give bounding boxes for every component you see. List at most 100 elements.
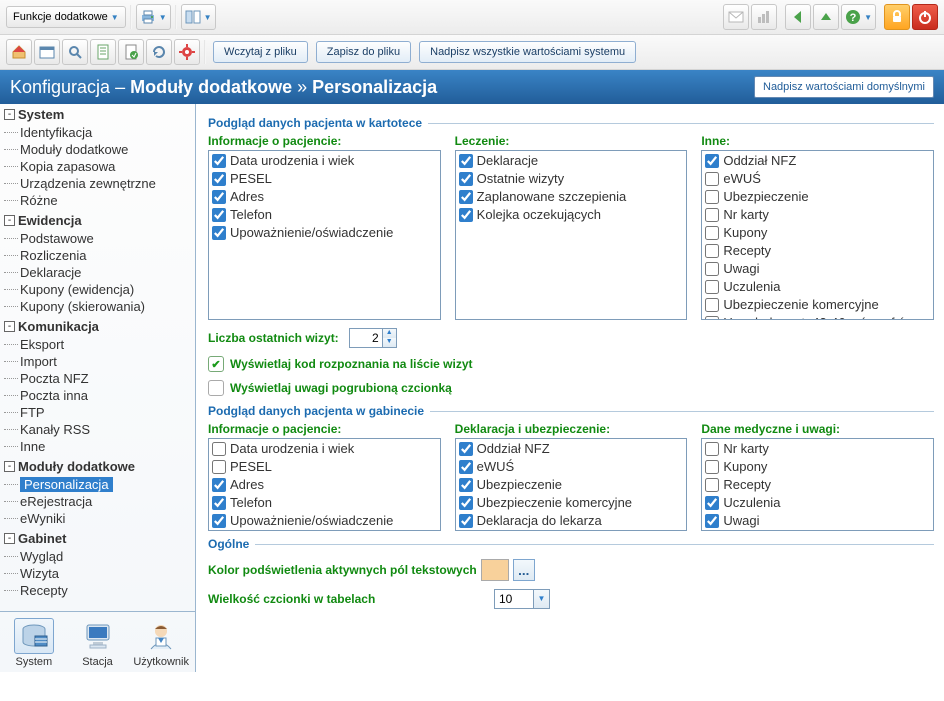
- kartoteka-col3-list[interactable]: Oddział NFZeWUŚUbezpieczenieNr kartyKupo…: [701, 150, 934, 320]
- checkbox-empty-icon[interactable]: [208, 380, 224, 396]
- list-item[interactable]: Uczulenia: [703, 494, 932, 512]
- checkbox-checked-icon[interactable]: ✔: [208, 356, 224, 372]
- checkbox[interactable]: [705, 514, 719, 528]
- checkbox[interactable]: [459, 496, 473, 510]
- tree-branch[interactable]: -Moduły dodatkowe: [0, 459, 195, 474]
- panel-toggle-dropdown[interactable]: ▼: [181, 4, 216, 30]
- list-item[interactable]: Adres: [210, 188, 439, 206]
- power-button[interactable]: [912, 4, 938, 30]
- checkbox[interactable]: [705, 442, 719, 456]
- tree-leaf[interactable]: Urządzenia zewnętrzne: [0, 176, 195, 191]
- lock-button[interactable]: [884, 4, 910, 30]
- list-item[interactable]: Uczulenia: [703, 278, 932, 296]
- home-icon-btn[interactable]: [6, 39, 32, 65]
- tree-leaf[interactable]: Kupony (skierowania): [0, 299, 195, 314]
- bell-icon-btn[interactable]: [751, 4, 777, 30]
- list-item[interactable]: Oddział NFZ: [703, 152, 932, 170]
- mail-icon-btn[interactable]: [723, 4, 749, 30]
- list-item[interactable]: Data urodzenia i wiek: [210, 440, 439, 458]
- tree-leaf[interactable]: Identyfikacja: [0, 125, 195, 140]
- list-item[interactable]: Ubezpieczenie komercyjne: [703, 296, 932, 314]
- checkbox[interactable]: [705, 298, 719, 312]
- list-item[interactable]: Ostatnie wizyty: [457, 170, 686, 188]
- sidebar-tab-user[interactable]: Użytkownik: [129, 618, 193, 668]
- tree-leaf[interactable]: Podstawowe: [0, 231, 195, 246]
- checkbox[interactable]: [212, 226, 226, 240]
- kartoteka-col2-list[interactable]: DeklaracjeOstatnie wizytyZaplanowane szc…: [455, 150, 688, 320]
- list-item[interactable]: Ubezpieczenie komercyjne: [457, 494, 686, 512]
- list-item[interactable]: eWUŚ: [457, 458, 686, 476]
- tree-leaf[interactable]: Inne: [0, 439, 195, 454]
- tree-leaf[interactable]: Import: [0, 354, 195, 369]
- list-item[interactable]: Recepty: [703, 242, 932, 260]
- list-item[interactable]: Upoważnienie/oświadczenie: [210, 512, 439, 530]
- checkbox[interactable]: [459, 154, 473, 168]
- list-item[interactable]: PESEL: [210, 170, 439, 188]
- overwrite-defaults-button[interactable]: Nadpisz wartościami domyślnymi: [754, 76, 934, 98]
- checkbox[interactable]: [459, 190, 473, 204]
- calendar-icon-btn[interactable]: [34, 39, 60, 65]
- tree-leaf[interactable]: Eksport: [0, 337, 195, 352]
- tree-leaf[interactable]: Kanały RSS: [0, 422, 195, 437]
- list-item[interactable]: PESEL: [210, 458, 439, 476]
- search-icon-btn[interactable]: [62, 39, 88, 65]
- tree-leaf[interactable]: Rozliczenia: [0, 248, 195, 263]
- color-picker-button[interactable]: ...: [513, 559, 535, 581]
- nav-tree[interactable]: -System Identyfikacja Moduły dodatkowe Kopi…: [0, 104, 195, 612]
- print-dropdown[interactable]: ▼: [136, 4, 171, 30]
- report-icon-btn[interactable]: [118, 39, 144, 65]
- font-size-combo[interactable]: ▼: [494, 589, 550, 609]
- tree-branch[interactable]: -Ewidencja: [0, 213, 195, 228]
- functions-dropdown[interactable]: Funkcje dodatkowe ▼: [6, 6, 126, 28]
- spin-down-icon[interactable]: ▼: [383, 338, 396, 347]
- gear-icon-btn[interactable]: [174, 39, 200, 65]
- list-item[interactable]: Deklaracje: [457, 152, 686, 170]
- save-to-file-button[interactable]: Zapisz do pliku: [316, 41, 411, 63]
- chevron-down-icon[interactable]: ▼: [533, 590, 549, 608]
- tree-leaf[interactable]: Kopia zapasowa: [0, 159, 195, 174]
- checkbox[interactable]: [212, 442, 226, 456]
- list-item[interactable]: Kupony: [703, 224, 932, 242]
- list-item[interactable]: Upoważnienie/oświadczenie: [210, 224, 439, 242]
- checkbox[interactable]: [212, 190, 226, 204]
- list-item[interactable]: Recepty: [703, 476, 932, 494]
- tree-branch[interactable]: -Gabinet: [0, 531, 195, 546]
- tree-leaf[interactable]: Różne: [0, 193, 195, 208]
- list-item[interactable]: Data urodzenia i wiek: [210, 152, 439, 170]
- help-dropdown[interactable]: ? ▼: [841, 4, 876, 30]
- checkbox[interactable]: [459, 514, 473, 528]
- show-code-row[interactable]: ✔ Wyświetlaj kod rozpoznania na liście w…: [208, 356, 934, 372]
- tree-leaf[interactable]: Wygląd: [0, 549, 195, 564]
- tree-branch[interactable]: -System: [0, 107, 195, 122]
- checkbox[interactable]: [212, 514, 226, 528]
- tree-leaf[interactable]: Kupony (ewidencja): [0, 282, 195, 297]
- tree-branch[interactable]: -Komunikacja: [0, 319, 195, 334]
- collapse-icon[interactable]: -: [4, 215, 15, 226]
- checkbox[interactable]: [459, 208, 473, 222]
- checkbox[interactable]: [705, 496, 719, 510]
- collapse-icon[interactable]: -: [4, 109, 15, 120]
- checkbox[interactable]: [459, 442, 473, 456]
- list-item[interactable]: Telefon: [210, 206, 439, 224]
- checkbox[interactable]: [705, 190, 719, 204]
- list-item[interactable]: Ubezpieczenie: [457, 476, 686, 494]
- checkbox[interactable]: [705, 280, 719, 294]
- tree-leaf[interactable]: Poczta inna: [0, 388, 195, 403]
- checkbox[interactable]: [705, 226, 719, 240]
- list-item[interactable]: Zaplanowane szczepienia: [703, 530, 932, 531]
- checkbox[interactable]: [705, 244, 719, 258]
- up-button[interactable]: [813, 4, 839, 30]
- list-item[interactable]: Nr karty: [703, 206, 932, 224]
- refresh-icon-btn[interactable]: [146, 39, 172, 65]
- doc-icon-btn[interactable]: [90, 39, 116, 65]
- checkbox[interactable]: [705, 154, 719, 168]
- back-button[interactable]: [785, 4, 811, 30]
- tree-leaf[interactable]: Moduły dodatkowe: [0, 142, 195, 157]
- sidebar-tab-station[interactable]: Stacja: [66, 618, 130, 668]
- tree-leaf[interactable]: eWyniki: [0, 511, 195, 526]
- list-item[interactable]: Kupony: [703, 458, 932, 476]
- tree-leaf[interactable]: eRejestracja: [0, 494, 195, 509]
- list-item[interactable]: Deklaracja do lekarza: [457, 512, 686, 530]
- checkbox[interactable]: [212, 496, 226, 510]
- last-visits-spinner[interactable]: ▲▼: [349, 328, 397, 348]
